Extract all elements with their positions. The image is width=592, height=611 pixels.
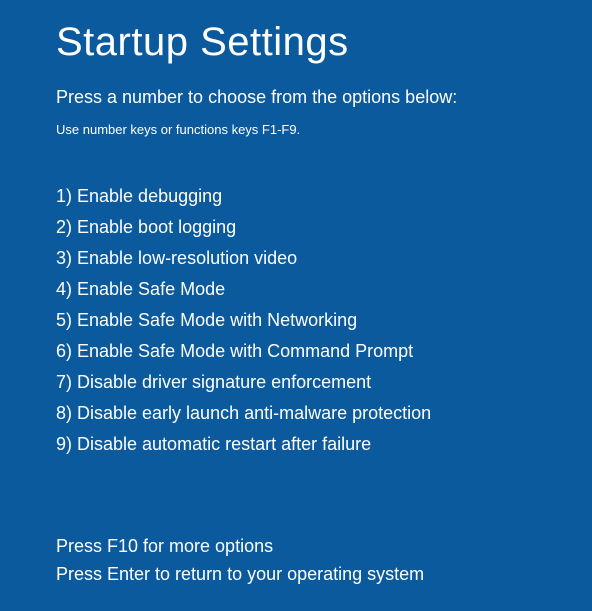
options-list: 1) Enable debugging 2) Enable boot loggi… — [56, 181, 592, 460]
option-3[interactable]: 3) Enable low-resolution video — [56, 243, 592, 274]
option-4[interactable]: 4) Enable Safe Mode — [56, 274, 592, 305]
return-hint: Press Enter to return to your operating … — [56, 561, 424, 589]
option-7[interactable]: 7) Disable driver signature enforcement — [56, 367, 592, 398]
option-9[interactable]: 9) Disable automatic restart after failu… — [56, 429, 592, 460]
option-6[interactable]: 6) Enable Safe Mode with Command Prompt — [56, 336, 592, 367]
instruction-text: Press a number to choose from the option… — [56, 87, 592, 108]
option-8[interactable]: 8) Disable early launch anti-malware pro… — [56, 398, 592, 429]
footer: Press F10 for more options Press Enter t… — [56, 533, 424, 589]
page-title: Startup Settings — [56, 20, 592, 65]
option-5[interactable]: 5) Enable Safe Mode with Networking — [56, 305, 592, 336]
option-2[interactable]: 2) Enable boot logging — [56, 212, 592, 243]
hint-text: Use number keys or functions keys F1-F9. — [56, 122, 592, 137]
option-1[interactable]: 1) Enable debugging — [56, 181, 592, 212]
more-options-hint: Press F10 for more options — [56, 533, 424, 561]
